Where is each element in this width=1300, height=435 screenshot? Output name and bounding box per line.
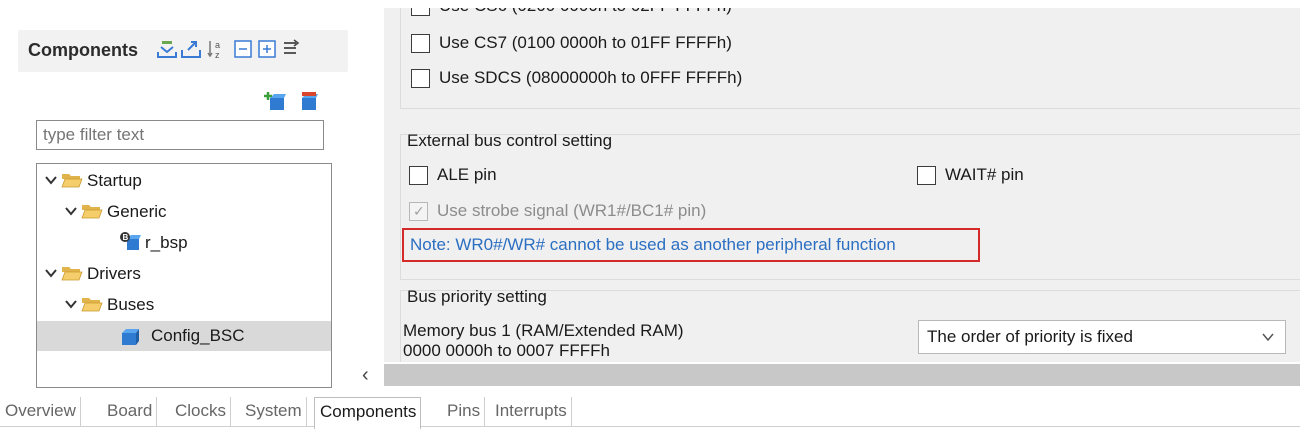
filter-input[interactable] [36, 120, 324, 150]
tab-pins[interactable]: Pins [442, 397, 486, 427]
scrollbar-thumb[interactable] [384, 364, 1300, 386]
tree-item-label: Generic [107, 202, 167, 221]
group-title: Bus priority setting [407, 287, 547, 306]
tab-interrupts[interactable]: Interrupts [490, 397, 572, 427]
tree-item-label: Drivers [87, 264, 141, 283]
tree-item-r-bsp[interactable]: B r_bsp [37, 228, 331, 258]
tree-item-startup[interactable]: Startup [37, 166, 331, 196]
collapse-all-icon[interactable] [232, 38, 254, 60]
chevron-down-icon[interactable] [63, 203, 79, 219]
component-tree: Startup Generic B r_bsp Drivers Buses Co… [36, 163, 332, 388]
select-value: The order of priority is fixed [927, 327, 1133, 346]
tree-item-config-bsc[interactable]: Config_BSC [37, 321, 331, 351]
checkbox-label: ALE pin [437, 165, 497, 184]
checkbox-label: Use CS6 (0200 0000h to 02FF FFFFh) [439, 8, 732, 16]
tab-components[interactable]: Components [314, 397, 422, 430]
folder-open-icon [81, 202, 103, 220]
checkbox-label: Use strobe signal (WR1#/BC1# pin) [437, 201, 707, 220]
svg-text:a: a [215, 40, 220, 50]
tree-item-label: r_bsp [145, 233, 188, 252]
chevron-down-icon[interactable] [1261, 330, 1275, 344]
components-panel: Components az type filter text Startup G… [0, 8, 356, 388]
remove-component-icon[interactable] [298, 90, 322, 117]
tree-item-buses[interactable]: Buses [37, 290, 331, 320]
tree-item-drivers[interactable]: Drivers [37, 259, 331, 289]
checkmark-icon: ✓ [413, 203, 425, 219]
tree-item-label: Config_BSC [151, 326, 245, 345]
checkbox-label: WAIT# pin [945, 165, 1024, 184]
link-icon[interactable] [280, 38, 302, 60]
svg-text:B: B [123, 233, 129, 242]
memory-bus-priority-select[interactable]: The order of priority is fixed [918, 320, 1286, 354]
horizontal-scrollbar[interactable]: ‹ [356, 362, 1300, 388]
expand-all-icon[interactable] [256, 38, 278, 60]
folder-open-icon [61, 264, 83, 282]
component-toolbar [264, 90, 324, 112]
checkbox-box[interactable] [411, 34, 430, 53]
tree-item-generic[interactable]: Generic [37, 197, 331, 227]
editor-tab-bar: Overview Board Clocks System Components … [0, 395, 1300, 435]
tree-item-label: Startup [87, 171, 142, 190]
checkbox-box: ✓ [409, 202, 428, 221]
checkbox-label: Use CS7 (0100 0000h to 01FF FFFFh) [439, 33, 732, 52]
cs-options-group: Use CS6 (0200 0000h to 02FF FFFFh) Use C… [400, 8, 1300, 109]
import-icon[interactable] [156, 38, 178, 60]
bsp-component-icon: B [119, 231, 141, 250]
chevron-down-icon[interactable] [43, 265, 59, 281]
components-header: Components az [18, 30, 348, 72]
folder-open-icon [61, 171, 83, 189]
group-title: External bus control setting [407, 131, 613, 150]
checkbox-box[interactable] [409, 166, 428, 185]
svg-text:z: z [215, 50, 220, 60]
settings-content: Use CS6 (0200 0000h to 02FF FFFFh) Use C… [384, 8, 1300, 362]
note-text: Note: WR0#/WR# cannot be used as another… [410, 235, 896, 254]
tab-board[interactable]: Board [102, 397, 158, 427]
checkbox-box[interactable] [917, 166, 936, 185]
settings-panel: Use CS6 (0200 0000h to 02FF FFFFh) Use C… [356, 8, 1300, 388]
export-icon[interactable] [180, 38, 202, 60]
chevron-down-icon[interactable] [43, 172, 59, 188]
folder-open-icon [81, 295, 103, 313]
checkbox-box[interactable] [411, 69, 430, 88]
checkbox-label: Use SDCS (08000000h to 0FFF FFFFh) [439, 68, 743, 87]
memory-bus-label: Memory bus 1 (RAM/Extended RAM) [403, 321, 684, 340]
checkbox-box[interactable] [411, 8, 430, 16]
tab-system[interactable]: System [240, 397, 307, 427]
components-title: Components [28, 40, 138, 60]
tree-item-label: Buses [107, 295, 155, 314]
sort-az-icon[interactable]: az [206, 38, 228, 60]
add-component-icon[interactable] [264, 90, 288, 117]
scroll-left-icon[interactable]: ‹ [362, 364, 369, 387]
tab-clocks[interactable]: Clocks [170, 397, 232, 427]
note-highlight: Note: WR0#/WR# cannot be used as another… [402, 228, 980, 262]
component-icon [119, 326, 141, 345]
chevron-down-icon[interactable] [63, 296, 79, 312]
tab-overview[interactable]: Overview [0, 397, 81, 427]
memory-bus-range: 0000 0000h to 0007 FFFFh [403, 341, 610, 360]
